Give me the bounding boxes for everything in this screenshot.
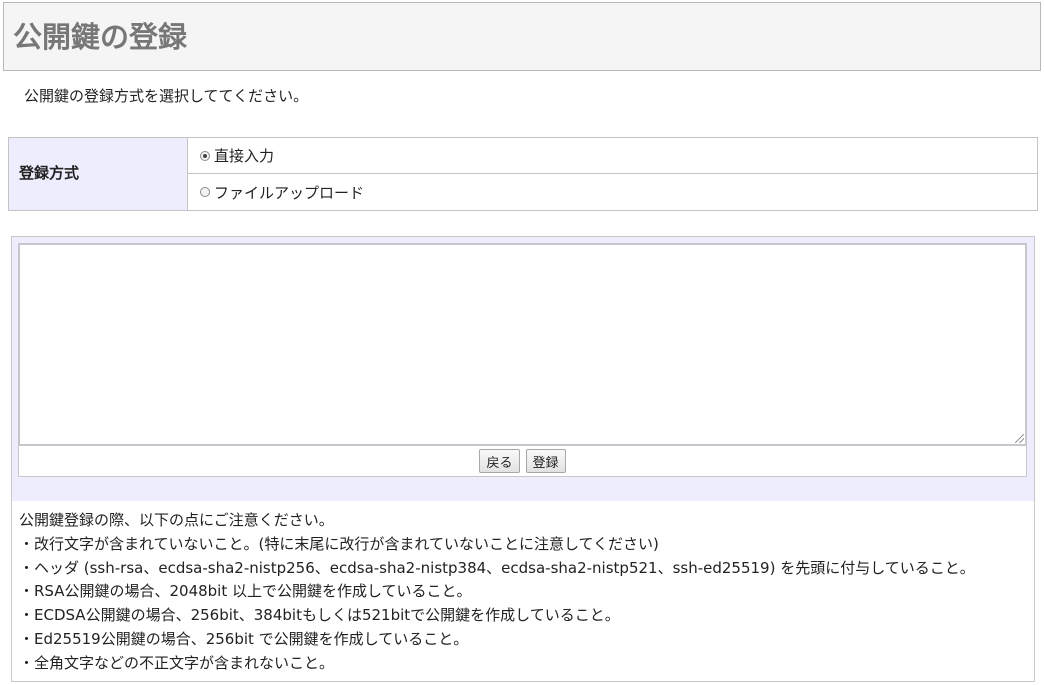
notes-section: 公開鍵登録の際、以下の点にご注意ください。 ・改行文字が含まれていないこと。(特… (19, 509, 1029, 676)
method-label: 登録方式 (19, 164, 80, 182)
page: 公開鍵の登録 公開鍵の登録方式を選択しててください。 登録方式 直接入力 ファイ… (0, 0, 1045, 685)
page-title: 公開鍵の登録 (13, 20, 188, 54)
instruction-text: 公開鍵の登録方式を選択しててください。 (24, 87, 309, 105)
notes-heading: 公開鍵登録の際、以下の点にご注意ください。 (19, 511, 334, 529)
public-key-textarea[interactable] (20, 245, 1025, 444)
resize-handle-icon[interactable] (1015, 434, 1024, 443)
note-item: ・改行文字が含まれていないこと。(特に末尾に改行が含まれていないことに注意してく… (19, 534, 659, 553)
note-item: ・RSA公開鍵の場合、2048bit 以上で公開鍵を作成していること。 (19, 582, 472, 601)
note-item: ・ECDSA公開鍵の場合、256bit、384bitもしくは521bitで公開鍵… (19, 606, 620, 625)
radio-direct-input[interactable] (200, 150, 210, 161)
option-direct-input[interactable]: 直接入力 (188, 138, 1037, 174)
option-file-upload[interactable]: ファイルアップロード (188, 174, 1037, 210)
public-key-textarea-wrapper (18, 243, 1027, 446)
option-direct-input-label[interactable]: 直接入力 (214, 145, 274, 166)
note-item: ・ヘッダ (ssh-rsa、ecdsa-sha2-nistp256、ecdsa-… (19, 558, 975, 577)
method-label-cell: 登録方式 (9, 138, 188, 210)
note-item: ・全角文字などの不正文字が含まれないこと。 (19, 653, 335, 672)
registration-method-table: 登録方式 直接入力 ファイルアップロード (8, 137, 1038, 211)
register-button[interactable]: 登録 (525, 449, 566, 473)
note-item: ・Ed25519公開鍵の場合、256bit で公開鍵を作成していること。 (19, 629, 469, 648)
key-editor-panel: 戻る 登録 公開鍵登録の際、以下の点にご注意ください。 ・改行文字が含まれていな… (11, 236, 1035, 682)
button-row: 戻る 登録 (18, 446, 1027, 477)
radio-file-upload[interactable] (200, 187, 210, 197)
back-button[interactable]: 戻る (479, 449, 520, 473)
title-bar: 公開鍵の登録 (3, 2, 1041, 71)
option-file-upload-label[interactable]: ファイルアップロード (214, 182, 364, 203)
